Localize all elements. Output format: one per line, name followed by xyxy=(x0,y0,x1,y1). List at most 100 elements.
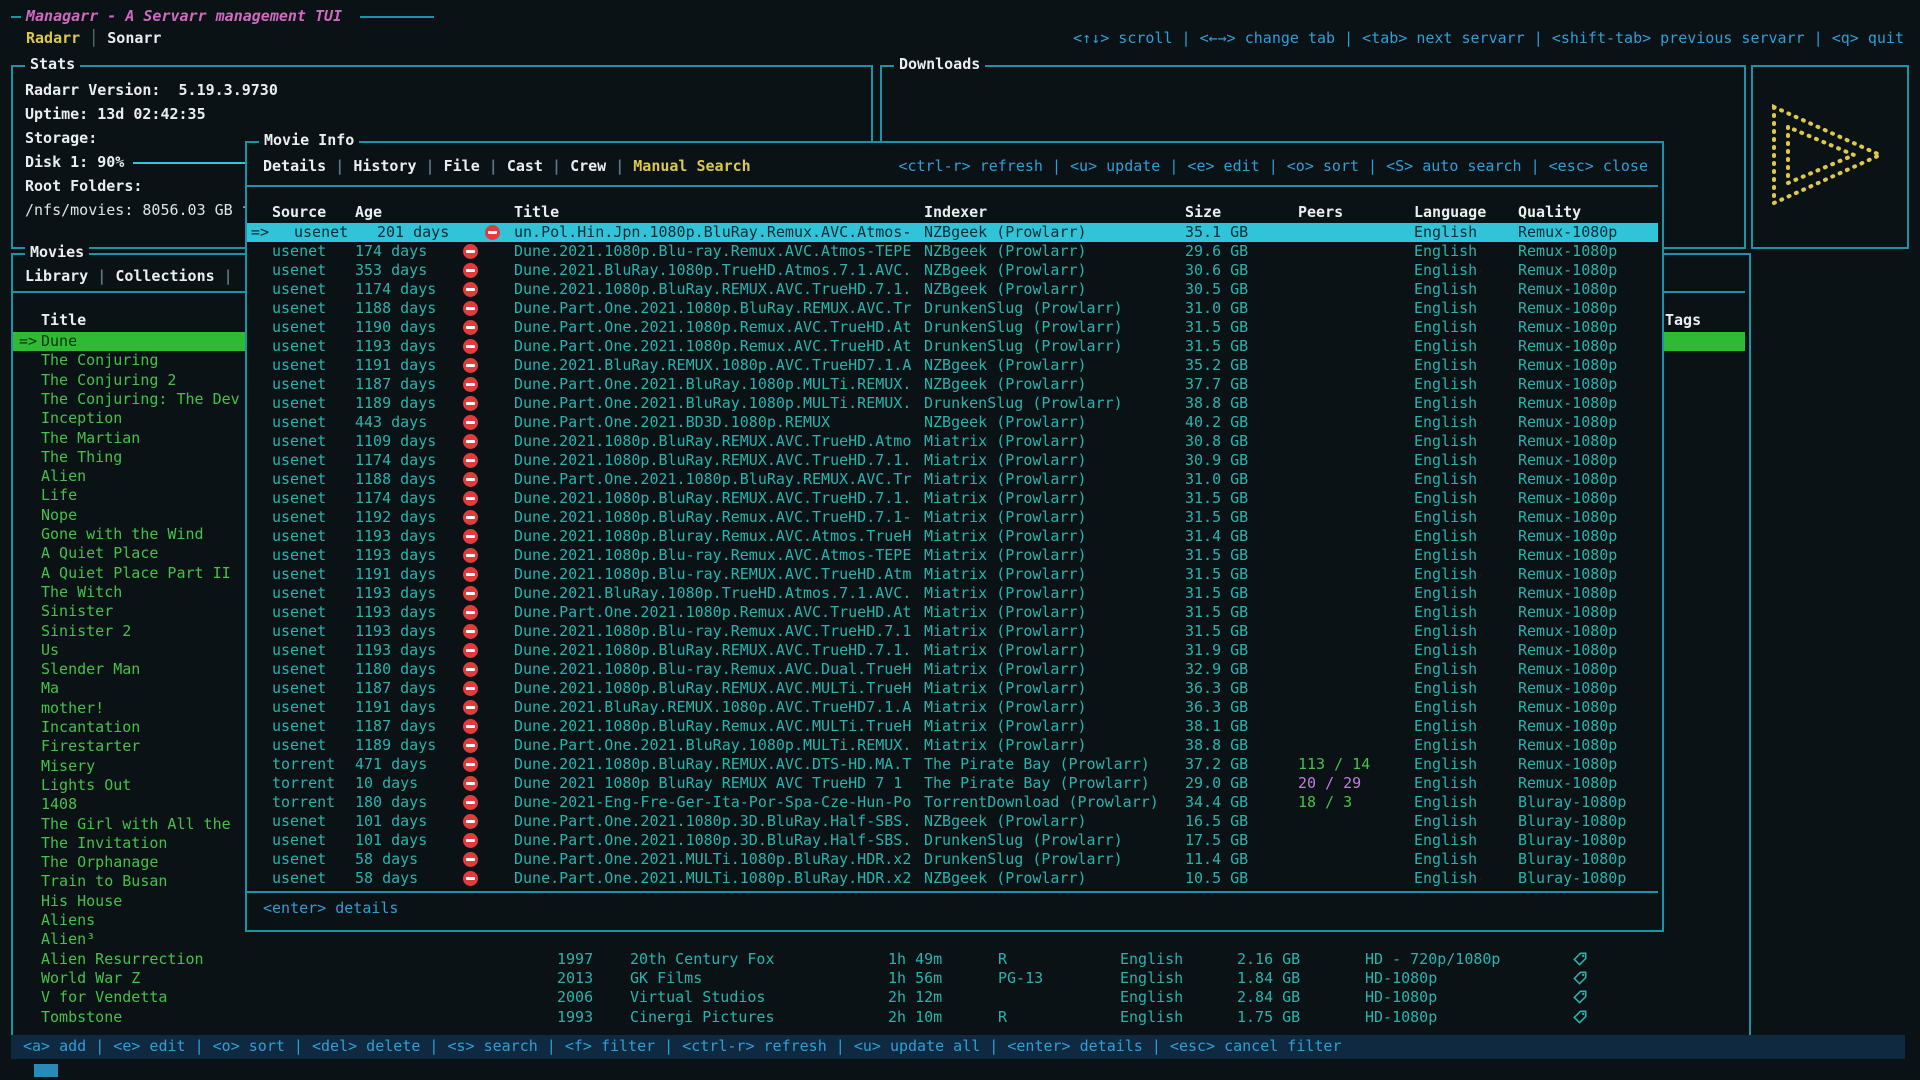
column-header-size[interactable]: Size xyxy=(1185,203,1221,221)
movie-table-row[interactable]: 1993Cinergi Pictures2h 10mREnglish1.75 G… xyxy=(13,1008,1745,1027)
movie-list-item[interactable]: 1408 xyxy=(41,795,77,814)
release-row[interactable]: =>usenet201 daysun.Pol.Hin.Jpn.1080p.Blu… xyxy=(247,223,1658,242)
release-age: 1187 days xyxy=(355,717,436,736)
tab-library[interactable]: Library xyxy=(25,267,88,285)
release-row[interactable]: torrent471 daysDune.2021.1080p.BluRay.RE… xyxy=(247,755,1658,774)
release-row[interactable]: usenet101 daysDune.Part.One.2021.1080p.3… xyxy=(247,812,1658,831)
release-row[interactable]: usenet1191 daysDune.2021.BluRay.REMUX.10… xyxy=(247,356,1658,375)
release-row[interactable]: usenet1191 daysDune.2021.BluRay.REMUX.10… xyxy=(247,698,1658,717)
release-row[interactable]: usenet1193 daysDune.2021.1080p.Bluray.Re… xyxy=(247,527,1658,546)
release-row[interactable]: usenet1174 daysDune.2021.1080p.BluRay.RE… xyxy=(247,280,1658,299)
movie-list-item[interactable]: A Quiet Place xyxy=(41,544,158,563)
movie-list-item[interactable]: The Orphanage xyxy=(41,853,158,872)
movie-list-item[interactable]: Aliens xyxy=(41,911,95,930)
release-row[interactable]: usenet1188 daysDune.Part.One.2021.1080p.… xyxy=(247,470,1658,489)
release-row[interactable]: usenet1189 daysDune.Part.One.2021.BluRay… xyxy=(247,394,1658,413)
release-row[interactable]: usenet1187 daysDune.2021.1080p.BluRay.RE… xyxy=(247,679,1658,698)
tab-collections[interactable]: Collections xyxy=(115,267,214,285)
movie-list-item[interactable]: His House xyxy=(41,892,122,911)
movie-list-item[interactable]: A Quiet Place Part II xyxy=(41,564,231,583)
tab-file[interactable]: File xyxy=(444,157,480,175)
release-row[interactable]: usenet1188 daysDune.Part.One.2021.1080p.… xyxy=(247,299,1658,318)
movie-list-item[interactable]: Us xyxy=(41,641,59,660)
column-header-peers[interactable]: Peers xyxy=(1298,203,1343,221)
movie-list-item[interactable]: Nope xyxy=(41,506,77,525)
tab-crew[interactable]: Crew xyxy=(570,157,606,175)
movie-list-item[interactable]: The Conjuring xyxy=(41,351,158,370)
tab-radarr[interactable]: Radarr xyxy=(26,29,80,47)
tab-manual-search[interactable]: Manual Search xyxy=(633,157,750,175)
release-row[interactable]: usenet1193 daysDune.2021.BluRay.1080p.Tr… xyxy=(247,584,1658,603)
release-title: Dune.2021.1080p.BluRay.Remux.AVC.TrueHD.… xyxy=(514,508,911,527)
tab-separator: │ xyxy=(80,29,107,47)
movie-list-item[interactable]: The Martian xyxy=(41,429,140,448)
movie-list-item[interactable]: Life xyxy=(41,486,77,505)
movie-list-item[interactable]: Alien xyxy=(41,467,86,486)
movie-list-item[interactable]: Lights Out xyxy=(41,776,131,795)
release-row[interactable]: torrent10 daysDune 2021 1080p BluRay REM… xyxy=(247,774,1658,793)
movie-list-item[interactable]: Firestarter xyxy=(41,737,140,756)
movie-list-item[interactable]: Ma xyxy=(41,679,59,698)
release-title: Dune.2021.1080p.Blu-ray.Remux.AVC.Atmos-… xyxy=(514,546,911,565)
column-header-title[interactable]: Title xyxy=(514,203,559,221)
release-language: English xyxy=(1414,432,1477,451)
column-header-age[interactable]: Age xyxy=(355,203,382,221)
movie-list-item[interactable]: Incantation xyxy=(41,718,140,737)
movie-list-item[interactable]: The Girl with All the xyxy=(41,815,231,834)
release-row[interactable]: torrent180 daysDune-2021-Eng-Fre-Ger-Ita… xyxy=(247,793,1658,812)
release-size: 31.5 GB xyxy=(1185,318,1248,337)
release-row[interactable]: usenet443 daysDune.Part.One.2021.BD3D.10… xyxy=(247,413,1658,432)
column-header-source[interactable]: Source xyxy=(272,203,326,221)
tab-cast[interactable]: Cast xyxy=(507,157,543,175)
release-row[interactable]: usenet1190 daysDune.Part.One.2021.1080p.… xyxy=(247,318,1658,337)
release-age: 1193 days xyxy=(355,584,436,603)
movie-list-item[interactable]: Slender Man xyxy=(41,660,140,679)
release-row[interactable]: usenet1193 daysDune.2021.1080p.Blu-ray.R… xyxy=(247,622,1658,641)
release-row[interactable]: usenet1174 daysDune.2021.1080p.BluRay.RE… xyxy=(247,489,1658,508)
tab-details[interactable]: Details xyxy=(263,157,326,175)
tab-history[interactable]: History xyxy=(353,157,416,175)
tab-sonarr[interactable]: Sonarr xyxy=(107,29,161,47)
release-row[interactable]: usenet1180 daysDune.2021.1080p.Blu-ray.R… xyxy=(247,660,1658,679)
release-age: 443 days xyxy=(355,413,427,432)
column-header-language[interactable]: Language xyxy=(1414,203,1486,221)
release-quality: Remux-1080p xyxy=(1518,432,1617,451)
movie-table-row[interactable]: 2013GK Films1h 56mPG-13English1.84 GBHD-… xyxy=(13,969,1745,988)
movie-list-item[interactable]: Inception xyxy=(41,409,122,428)
movie-list-item[interactable]: Sinister xyxy=(41,602,113,621)
movie-list-item[interactable]: Train to Busan xyxy=(41,872,167,891)
release-row[interactable]: usenet58 daysDune.Part.One.2021.MULTi.10… xyxy=(247,850,1658,869)
release-row[interactable]: usenet1187 daysDune.2021.1080p.BluRay.Re… xyxy=(247,717,1658,736)
movie-language: English xyxy=(1120,969,1183,988)
release-row[interactable]: usenet1193 daysDune.Part.One.2021.1080p.… xyxy=(247,337,1658,356)
release-row[interactable]: usenet1109 daysDune.2021.1080p.BluRay.RE… xyxy=(247,432,1658,451)
release-row[interactable]: usenet1193 daysDune.Part.One.2021.1080p.… xyxy=(247,603,1658,622)
movie-list-item[interactable]: The Conjuring: The Dev xyxy=(41,390,240,409)
release-row[interactable]: usenet1174 daysDune.2021.1080p.BluRay.RE… xyxy=(247,451,1658,470)
movie-list-item[interactable]: The Invitation xyxy=(41,834,167,853)
column-header-indexer[interactable]: Indexer xyxy=(924,203,987,221)
movie-list-item[interactable]: Sinister 2 xyxy=(41,622,131,641)
movie-list-item[interactable]: Misery xyxy=(41,757,95,776)
column-header-quality[interactable]: Quality xyxy=(1518,203,1581,221)
movie-list-item[interactable]: Gone with the Wind xyxy=(41,525,204,544)
release-quality: Bluray-1080p xyxy=(1518,793,1626,812)
release-row[interactable]: usenet1192 daysDune.2021.1080p.BluRay.Re… xyxy=(247,508,1658,527)
movie-list-item[interactable]: The Witch xyxy=(41,583,122,602)
release-row[interactable]: usenet1187 daysDune.Part.One.2021.BluRay… xyxy=(247,375,1658,394)
movie-list-item[interactable]: Alien³ xyxy=(41,930,95,949)
release-row[interactable]: usenet1191 daysDune.2021.1080p.Blu-ray.R… xyxy=(247,565,1658,584)
release-row[interactable]: usenet1193 daysDune.2021.1080p.BluRay.RE… xyxy=(247,641,1658,660)
movie-table-row[interactable]: 199720th Century Fox1h 49mREnglish2.16 G… xyxy=(13,950,1745,969)
movie-list-item[interactable]: The Conjuring 2 xyxy=(41,371,176,390)
release-title: Dune.2021.1080p.BluRay.REMUX.AVC.MULTi.T… xyxy=(514,679,911,698)
movie-list-item[interactable]: mother! xyxy=(41,699,104,718)
release-row[interactable]: usenet101 daysDune.Part.One.2021.1080p.3… xyxy=(247,831,1658,850)
release-row[interactable]: usenet174 daysDune.2021.1080p.Blu-ray.Re… xyxy=(247,242,1658,261)
release-row[interactable]: usenet1189 daysDune.Part.One.2021.BluRay… xyxy=(247,736,1658,755)
release-row[interactable]: usenet58 daysDune.Part.One.2021.MULTi.10… xyxy=(247,869,1658,888)
movie-list-item[interactable]: The Thing xyxy=(41,448,122,467)
movie-table-row[interactable]: 2006Virtual Studios2h 12mEnglish2.84 GBH… xyxy=(13,988,1745,1007)
release-row[interactable]: usenet1193 daysDune.2021.1080p.Blu-ray.R… xyxy=(247,546,1658,565)
release-row[interactable]: usenet353 daysDune.2021.BluRay.1080p.Tru… xyxy=(247,261,1658,280)
